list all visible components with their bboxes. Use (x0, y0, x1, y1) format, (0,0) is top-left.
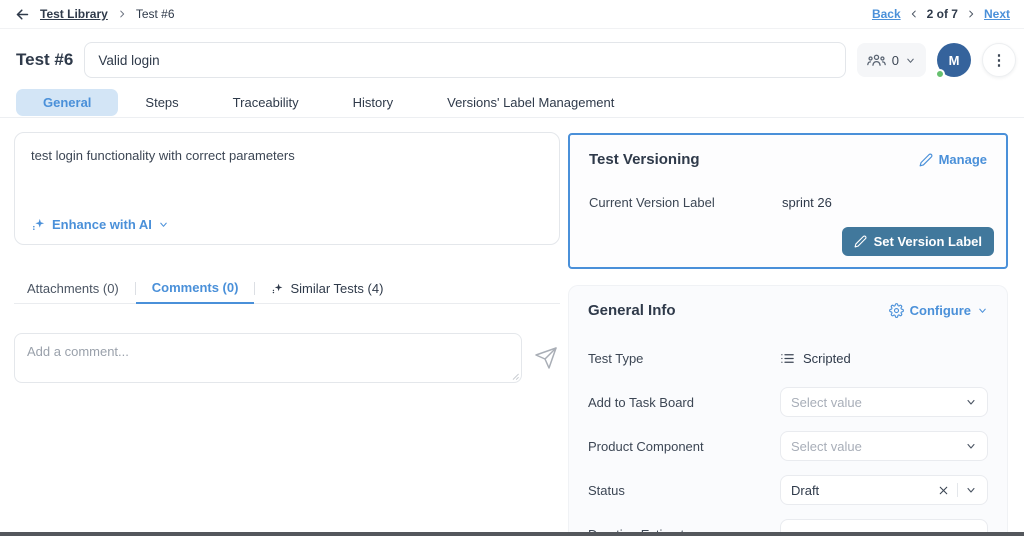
send-comment-icon[interactable] (534, 346, 558, 370)
watchers-count: 0 (891, 52, 899, 68)
comment-input[interactable] (14, 333, 522, 383)
versioning-header: Test Versioning Manage (589, 151, 987, 168)
chevron-down-icon (965, 396, 977, 408)
current-version-label: Current Version Label (589, 195, 715, 210)
record-pager: Back 2 of 7 Next (872, 7, 1010, 21)
tab-history[interactable]: History (326, 89, 420, 116)
list-icon (781, 353, 794, 363)
chevron-down-icon (965, 440, 977, 452)
field-label: Status (588, 482, 625, 498)
current-version-value: sprint 26 (782, 195, 832, 210)
product-component-select[interactable]: Select value (780, 431, 988, 461)
test-detail-page: Test Library Test #6 Back 2 of 7 Next Te… (0, 0, 1024, 536)
comment-input-wrap (14, 333, 522, 383)
current-version-row: Current Version Label sprint 26 (589, 195, 987, 210)
breadcrumb-current: Test #6 (135, 7, 175, 21)
field-label: Product Component (588, 438, 704, 454)
configure-label: Configure (909, 303, 971, 318)
field-label: Add to Task Board (588, 394, 694, 410)
task-board-select[interactable]: Select value (780, 387, 988, 417)
status-select-controls (937, 483, 977, 497)
subtab-comments[interactable]: Comments (0) (135, 280, 255, 304)
breadcrumb-library-link[interactable]: Test Library (40, 7, 108, 21)
pager-next-link[interactable]: Next (984, 7, 1010, 21)
test-versioning-card: Test Versioning Manage Current Version L… (568, 133, 1008, 269)
back-arrow-icon[interactable] (14, 6, 31, 23)
tab-general[interactable]: General (16, 89, 119, 116)
field-row-status: Status Draft (588, 475, 988, 505)
page-title: Test #6 (16, 50, 74, 69)
set-version-label-button[interactable]: Set Version Label (841, 227, 994, 256)
pencil-icon (919, 153, 933, 166)
tab-steps[interactable]: Steps (118, 89, 205, 116)
test-title-input[interactable] (84, 42, 846, 78)
top-navigation-bar: Test Library Test #6 Back 2 of 7 Next (0, 0, 1024, 29)
select-placeholder: Select value (791, 394, 862, 410)
chevron-left-icon[interactable] (909, 9, 919, 19)
subtab-attachments[interactable]: Attachments (0) (14, 281, 135, 303)
pager-position: 2 of 7 (926, 7, 958, 21)
watchers-button[interactable]: 0 (856, 43, 926, 77)
breadcrumb: Test Library Test #6 (14, 6, 175, 23)
field-row-product-component: Product Component Select value (588, 431, 988, 461)
attachments-comments-tabs: Attachments (0) Comments (0) Similar Tes… (14, 280, 560, 304)
kebab-menu-icon: ⋮ (991, 52, 1007, 69)
manage-versions-link[interactable]: Manage (919, 152, 987, 167)
field-row-task-board: Add to Task Board Select value (588, 387, 988, 417)
test-type-value: Scripted (780, 351, 988, 366)
tab-versions-label-management[interactable]: Versions' Label Management (420, 89, 641, 116)
pager-back-link[interactable]: Back (872, 7, 901, 21)
gear-icon (888, 303, 904, 318)
clear-icon[interactable] (937, 484, 950, 497)
versioning-title: Test Versioning (589, 151, 700, 168)
description-text[interactable]: test login functionality with correct pa… (31, 148, 543, 163)
chevron-down-icon (965, 484, 977, 496)
enhance-with-ai-label: Enhance with AI (52, 217, 152, 232)
pencil-icon (854, 235, 867, 248)
tab-traceability[interactable]: Traceability (206, 89, 326, 116)
test-header: Test #6 0 M ⋮ (16, 42, 1016, 79)
window-bottom-edge (0, 532, 1024, 536)
field-label: Test Type (588, 350, 644, 366)
field-row-test-type: Test Type Scripted (588, 343, 988, 373)
select-divider (957, 483, 958, 497)
description-editor[interactable]: test login functionality with correct pa… (14, 132, 560, 245)
people-group-icon (866, 53, 886, 68)
main-tabs: General Steps Traceability History Versi… (16, 89, 641, 116)
chevron-right-icon (117, 9, 127, 19)
more-options-button[interactable]: ⋮ (982, 43, 1016, 77)
user-avatar[interactable]: M (935, 43, 971, 79)
subtab-similar-label: Similar Tests (4) (290, 281, 384, 296)
chevron-down-icon (979, 308, 986, 313)
sparkle-icon (271, 282, 284, 295)
general-info-card: General Info Configure Test Type Scripte… (568, 285, 1008, 536)
tabs-divider (0, 117, 1024, 118)
chevron-down-icon (905, 55, 916, 66)
online-status-dot (935, 69, 945, 79)
chevron-down-icon (160, 222, 167, 227)
enhance-with-ai-button[interactable]: Enhance with AI (31, 217, 169, 232)
chevron-right-icon[interactable] (966, 9, 976, 19)
general-info-title: General Info (588, 302, 676, 319)
configure-fields-link[interactable]: Configure (888, 303, 988, 318)
sparkle-ai-icon (31, 217, 46, 232)
subtab-similar-tests[interactable]: Similar Tests (4) (255, 281, 399, 303)
set-version-label-text: Set Version Label (873, 234, 982, 249)
general-info-header: General Info Configure (588, 302, 988, 319)
select-placeholder: Select value (791, 438, 862, 454)
status-select[interactable]: Draft (780, 475, 988, 505)
status-value: Draft (791, 482, 820, 498)
test-type-text: Scripted (803, 350, 851, 366)
manage-label: Manage (938, 152, 987, 167)
